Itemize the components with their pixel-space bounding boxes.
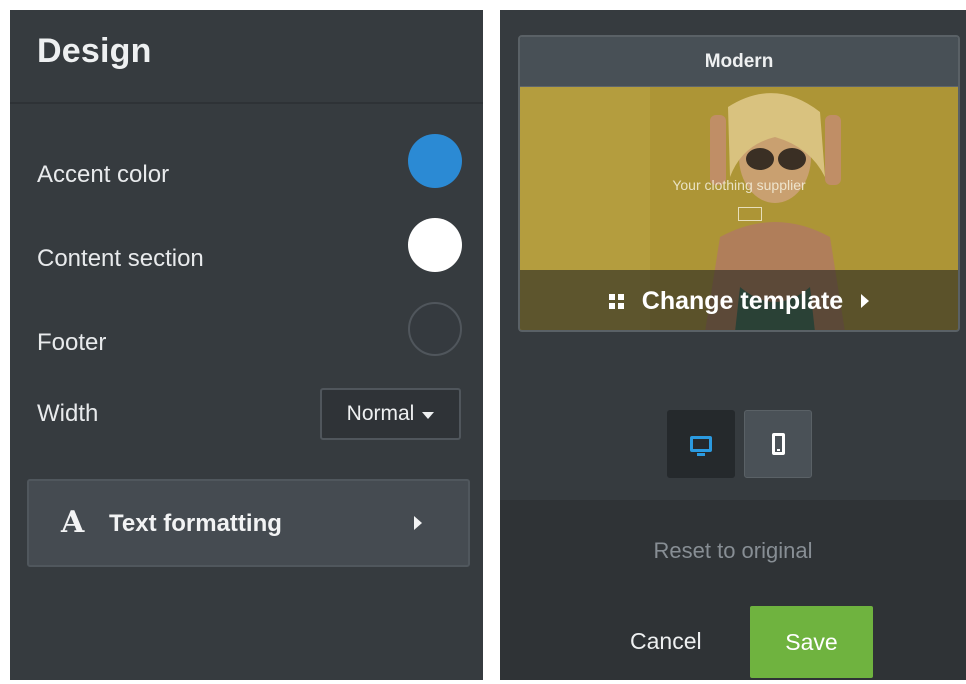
template-name: Modern [520, 37, 958, 87]
panel-title: Design [37, 32, 152, 70]
chevron-right-icon [414, 516, 422, 530]
desktop-icon [690, 436, 712, 456]
chevron-down-icon [422, 411, 435, 419]
text-format-icon: A [61, 505, 85, 540]
text-formatting-button[interactable]: A Text formatting [27, 479, 470, 567]
cancel-button[interactable]: Cancel [630, 628, 702, 655]
desktop-view-button[interactable] [667, 410, 735, 478]
width-select[interactable]: Normal [320, 388, 461, 440]
footer-color-swatch[interactable] [408, 302, 462, 356]
change-template-label: Change template [641, 286, 844, 315]
footer-label: Footer [37, 329, 107, 356]
width-label: Width [37, 400, 99, 427]
grid-icon [608, 293, 624, 309]
width-select-value: Normal [346, 402, 415, 425]
template-area: Modern Your clothing supplier Change tem… [500, 10, 966, 390]
accent-color-label: Accent color [37, 161, 170, 188]
device-toggle-bar [500, 390, 966, 500]
content-section-swatch[interactable] [408, 218, 462, 272]
mobile-icon [771, 433, 785, 455]
text-formatting-label: Text formatting [109, 510, 282, 537]
design-panel: Design Accent color Content section Foot… [10, 10, 483, 680]
chevron-right-icon [861, 294, 870, 308]
mobile-view-button[interactable] [744, 410, 812, 478]
template-card[interactable]: Modern Your clothing supplier Change tem… [518, 35, 960, 332]
template-preview-image: Your clothing supplier Change template [520, 87, 958, 330]
change-template-button[interactable]: Change template [520, 270, 958, 330]
content-section-label: Content section [37, 245, 204, 272]
preview-caption: Your clothing supplier [672, 177, 806, 193]
template-panel: Modern Your clothing supplier Change tem… [500, 10, 966, 680]
save-button[interactable]: Save [750, 606, 873, 678]
accent-color-swatch[interactable] [408, 134, 462, 188]
title-divider [10, 102, 483, 104]
preview-button [738, 207, 762, 221]
reset-to-original-link[interactable]: Reset to original [500, 538, 966, 564]
